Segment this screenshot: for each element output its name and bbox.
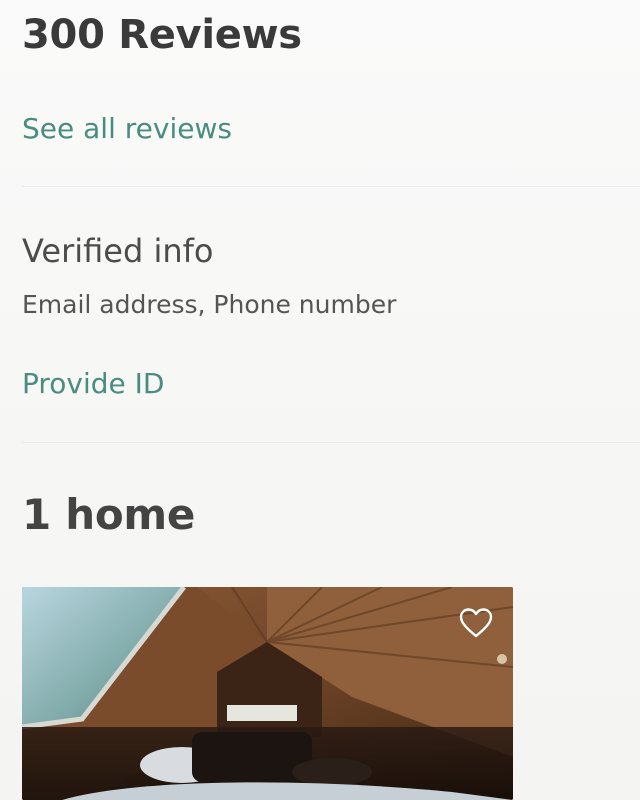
home-listing-card[interactable] (22, 587, 513, 800)
homes-count-heading: 1 home (22, 490, 196, 539)
verified-info-details: Email address, Phone number (22, 290, 397, 319)
heart-icon[interactable] (459, 607, 493, 639)
host-profile-page: 300 Reviews See all reviews Verified inf… (0, 0, 640, 800)
home-listing-photo (22, 587, 513, 800)
verified-info-heading: Verified info (22, 232, 214, 270)
see-all-reviews-link[interactable]: See all reviews (22, 112, 232, 145)
provide-id-link[interactable]: Provide ID (22, 367, 165, 400)
section-divider (22, 186, 640, 187)
section-divider (22, 442, 640, 443)
reviews-count-heading: 300 Reviews (22, 12, 302, 58)
